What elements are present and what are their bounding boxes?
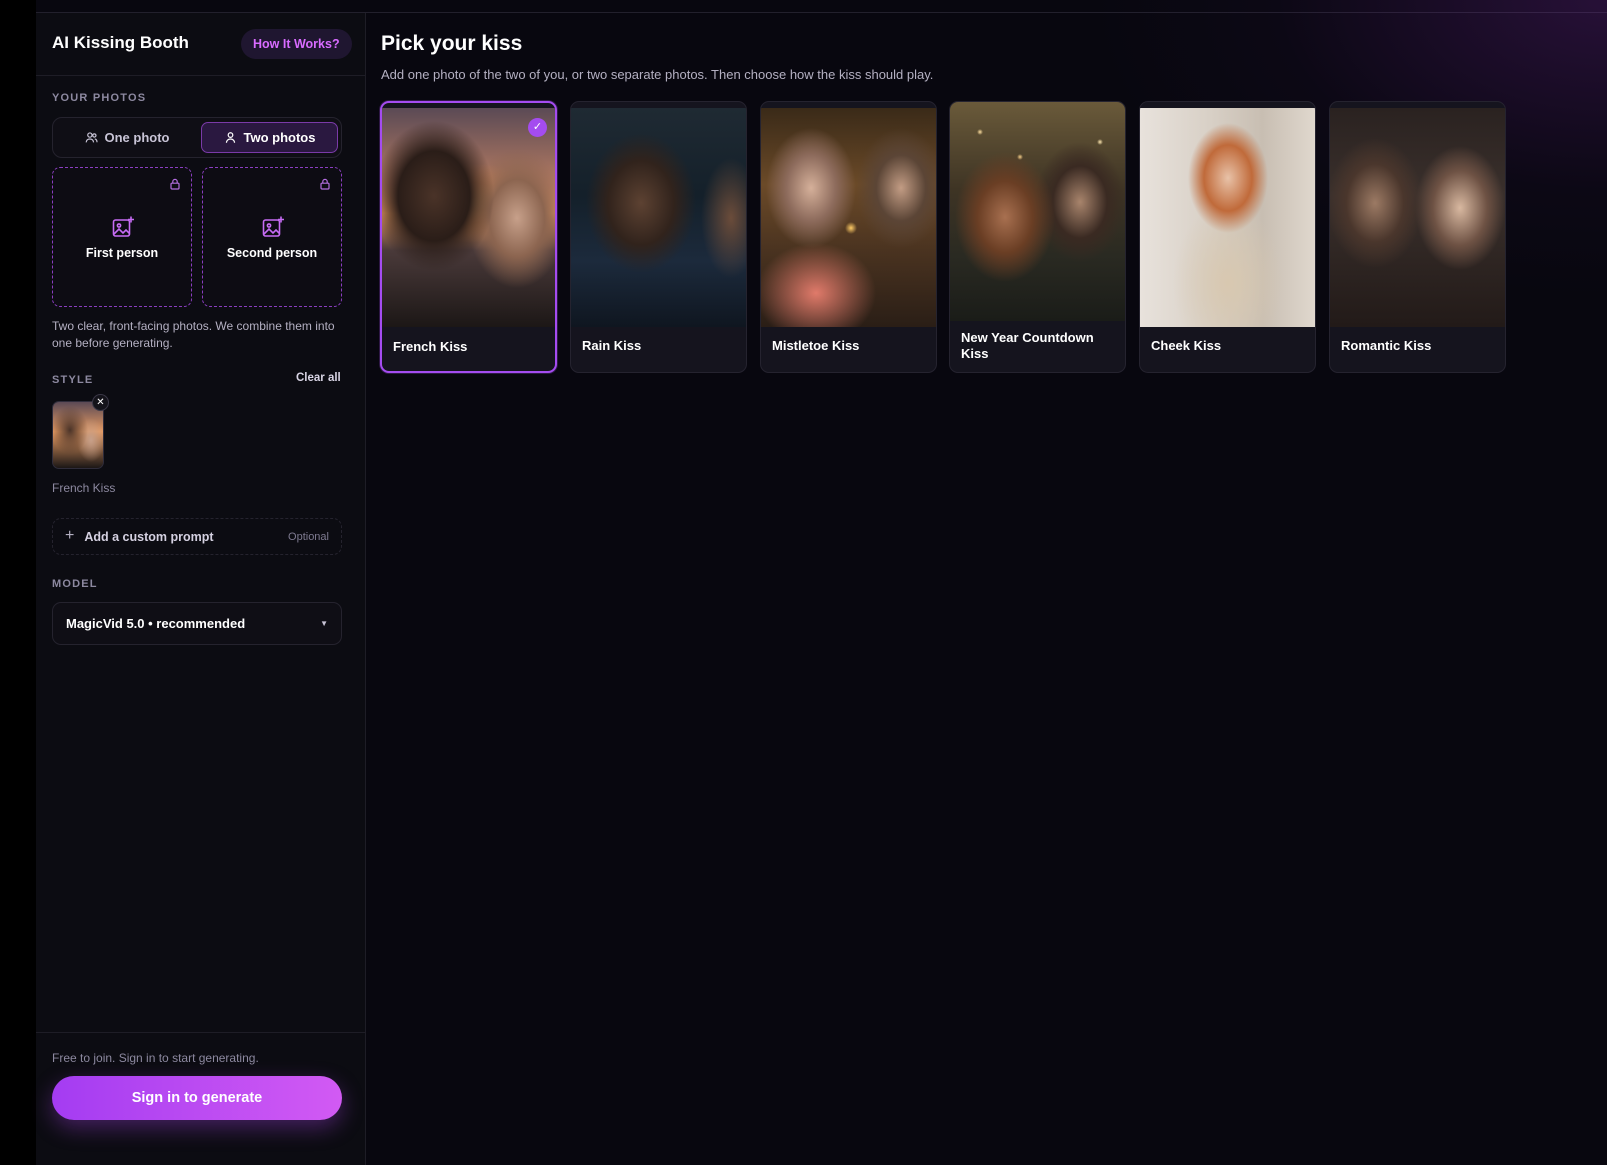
style-photo: [761, 108, 936, 327]
page-subtitle: Add one photo of the two of you, or two …: [381, 67, 934, 82]
style-card-mistletoe-kiss[interactable]: Mistletoe Kiss: [760, 101, 937, 373]
card-label: Rain Kiss: [582, 338, 642, 353]
add-image-icon: [262, 216, 284, 237]
lock-icon: [170, 178, 180, 190]
selected-style-thumbnail: [52, 401, 104, 469]
check-icon: ✓: [528, 118, 547, 137]
model-value: MagicVid 5.0 • recommended: [66, 616, 246, 631]
style-label: STYLE: [52, 374, 94, 386]
sidebar-footer: Free to join. Sign in to start generatin…: [36, 1032, 366, 1165]
style-photo: [382, 108, 555, 327]
style-card-new-year-countdown-kiss[interactable]: New Year Countdown Kiss: [949, 101, 1126, 373]
add-image-icon: [112, 216, 134, 237]
app-title: AI Kissing Booth: [52, 33, 189, 52]
photos-hint: Two clear, front-facing photos. We combi…: [52, 319, 335, 350]
page-title: Pick your kiss: [381, 32, 523, 55]
card-label: Romantic Kiss: [1341, 338, 1432, 353]
caret-down-icon: ▼: [320, 619, 328, 628]
your-photos-label: YOUR PHOTOS: [52, 92, 147, 104]
selected-style-name: French Kiss: [52, 481, 116, 495]
optional-tag: Optional: [288, 530, 329, 543]
style-card-cheek-kiss[interactable]: Cheek Kiss: [1139, 101, 1316, 373]
sign-in-to-generate-button[interactable]: Sign in to generate: [52, 1076, 342, 1120]
users-icon: [85, 132, 98, 143]
sidebar: AI Kissing Booth How It Works? YOUR PHOT…: [36, 13, 366, 1165]
photo-mode-toggle: One photo Two photos: [52, 117, 342, 158]
footer-note: Free to join. Sign in to start generatin…: [52, 1051, 259, 1065]
first-person-label: First person: [85, 246, 159, 260]
one-photo-label: One photo: [104, 130, 170, 145]
style-photo: [950, 102, 1125, 321]
custom-prompt-label: Add a custom prompt: [84, 529, 214, 544]
first-person-upload[interactable]: First person: [52, 167, 192, 307]
app-window: AI Kissing Booth How It Works? YOUR PHOT…: [36, 0, 1607, 1165]
style-card-rain-kiss[interactable]: Rain Kiss: [570, 101, 747, 373]
remove-style-button[interactable]: ✕: [92, 394, 109, 411]
card-label: New Year Countdown Kiss: [961, 330, 1094, 361]
card-label: French Kiss: [393, 339, 468, 354]
style-card-french-kiss[interactable]: ✓ French Kiss: [380, 101, 557, 373]
sidebar-header: AI Kissing Booth How It Works?: [36, 13, 365, 76]
style-photo: [571, 108, 746, 327]
user-icon: [225, 132, 235, 143]
model-label: MODEL: [52, 578, 98, 590]
plus-icon: +: [65, 526, 75, 544]
card-label: Cheek Kiss: [1151, 338, 1222, 353]
two-photos-label: Two photos: [243, 130, 316, 145]
style-photo: [1140, 108, 1315, 327]
how-it-works-button[interactable]: How It Works?: [241, 29, 352, 59]
second-person-upload[interactable]: Second person: [202, 167, 342, 307]
model-select[interactable]: MagicVid 5.0 • recommended ▼: [52, 602, 342, 645]
style-photo: [1330, 108, 1505, 327]
add-custom-prompt-button[interactable]: + Add a custom prompt Optional: [52, 518, 342, 555]
card-label: Mistletoe Kiss: [772, 338, 860, 353]
style-card-romantic-kiss[interactable]: Romantic Kiss: [1329, 101, 1506, 373]
clear-all-button[interactable]: Clear all: [296, 372, 341, 384]
close-icon: ✕: [96, 397, 105, 408]
second-person-label: Second person: [226, 246, 318, 260]
two-photos-button[interactable]: Two photos: [201, 122, 338, 153]
lock-icon: [320, 178, 330, 190]
one-photo-button[interactable]: One photo: [57, 122, 197, 153]
